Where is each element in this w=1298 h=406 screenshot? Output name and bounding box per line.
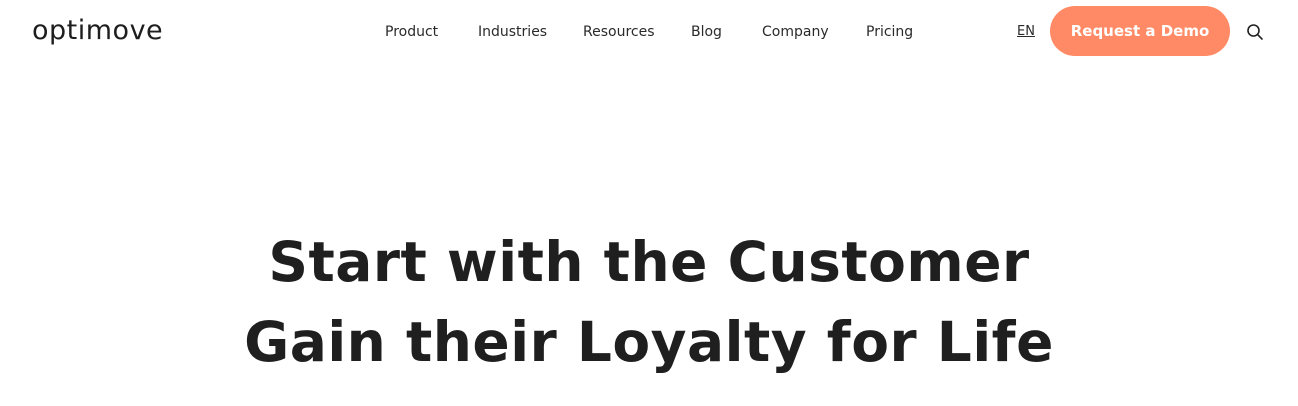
- nav-item-resources[interactable]: Resources: [583, 22, 655, 42]
- hero-heading: Start with the Customer Gain their Loyal…: [0, 222, 1298, 382]
- language-selector[interactable]: EN: [1017, 22, 1035, 42]
- nav-item-product[interactable]: Product: [385, 22, 438, 42]
- hero-heading-line-1: Start with the Customer: [268, 230, 1030, 294]
- search-icon[interactable]: [1246, 23, 1264, 41]
- hero-heading-line-2: Gain their Loyalty for Life: [244, 310, 1054, 374]
- request-demo-button[interactable]: Request a Demo: [1050, 6, 1230, 56]
- nav-item-industries[interactable]: Industries: [478, 22, 547, 42]
- page: optimove Product Industries Resources Bl…: [0, 0, 1298, 406]
- request-demo-label: Request a Demo: [1070, 22, 1210, 40]
- nav-item-blog[interactable]: Blog: [691, 22, 722, 42]
- nav-item-company[interactable]: Company: [762, 22, 829, 42]
- nav-item-pricing[interactable]: Pricing: [866, 22, 913, 42]
